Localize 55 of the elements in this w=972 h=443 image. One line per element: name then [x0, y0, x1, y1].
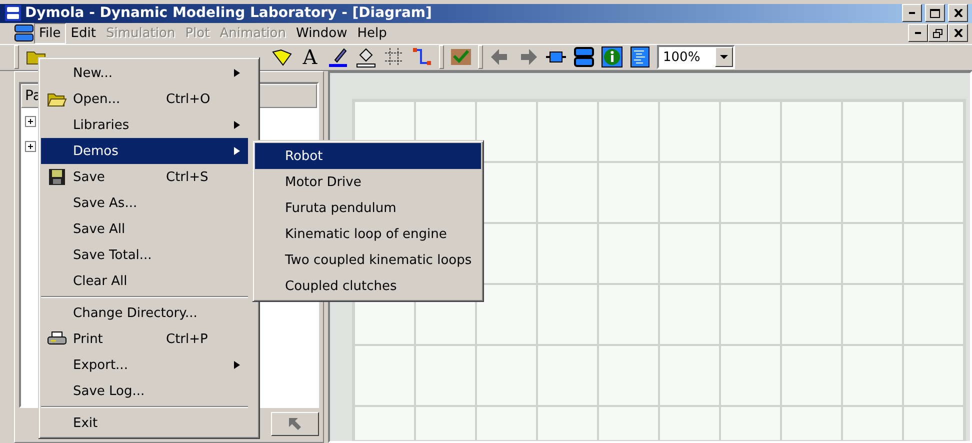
- arrow-button[interactable]: [271, 412, 319, 436]
- menu-item[interactable]: Save Ctrl+S: [41, 164, 248, 190]
- menu-item[interactable]: Libraries: [41, 112, 248, 138]
- maximize-button[interactable]: [925, 4, 945, 22]
- menu-item[interactable]: Save All: [41, 216, 248, 242]
- shortcut-text: Ctrl+P: [166, 332, 209, 346]
- minimize-icon: [909, 12, 915, 14]
- menu-item[interactable]: Robot: [255, 143, 481, 169]
- menu-item[interactable]: Save Total...: [41, 242, 248, 268]
- menu-item[interactable]: Motor Drive: [255, 169, 481, 195]
- shortcut-text: Ctrl+O: [166, 92, 212, 106]
- menu-item[interactable]: Clear All: [41, 268, 248, 294]
- minimize-button[interactable]: [908, 24, 928, 42]
- menu-item[interactable]: Help: [352, 22, 392, 44]
- menu-item[interactable]: Print Ctrl+P: [41, 326, 248, 352]
- app-logo-icon[interactable]: [573, 46, 595, 68]
- menu-item[interactable]: Export...: [41, 352, 248, 378]
- menu-item[interactable]: Change Directory...: [41, 300, 248, 326]
- printer-icon: [47, 331, 67, 347]
- plus-icon[interactable]: [25, 116, 36, 127]
- menu-item[interactable]: Save As...: [41, 190, 248, 216]
- maximize-icon: [930, 8, 940, 18]
- plus-icon[interactable]: [25, 141, 36, 152]
- menu-item[interactable]: File: [34, 22, 66, 44]
- minimize-icon: [915, 32, 921, 34]
- restore-button[interactable]: [928, 24, 948, 42]
- paint-bucket-icon[interactable]: [355, 46, 377, 68]
- menu-item[interactable]: Window: [291, 22, 352, 44]
- info-icon[interactable]: [601, 46, 623, 68]
- menu-item[interactable]: Edit: [66, 22, 101, 44]
- arrow-icon: [289, 418, 301, 430]
- window-title: Dymola - Dynamic Modeling Laboratory - [Diagram]: [25, 5, 433, 22]
- shortcut-text: Ctrl+S: [166, 170, 210, 184]
- close-button[interactable]: [948, 24, 968, 42]
- zoom-dropdown[interactable]: 100%: [657, 45, 735, 70]
- close-icon: [954, 29, 962, 38]
- folder-icon: [47, 91, 67, 107]
- menu-item[interactable]: Kinematic loop of engine: [255, 221, 481, 247]
- close-button[interactable]: [948, 4, 968, 22]
- menu-item[interactable]: Furuta pendulum: [255, 195, 481, 221]
- app-logo-icon: [14, 24, 34, 42]
- document-icon[interactable]: [629, 46, 651, 68]
- caret-icon: [720, 55, 728, 60]
- minimize-button[interactable]: [902, 4, 922, 22]
- menu-item[interactable]: Save Log...: [41, 378, 248, 404]
- restore-icon: [933, 28, 943, 38]
- pen-icon[interactable]: [327, 46, 349, 68]
- close-icon: [954, 9, 962, 18]
- menu-item[interactable]: Two coupled kinematic loops: [255, 247, 481, 273]
- menu-item[interactable]: Demos: [41, 138, 248, 164]
- menu-item[interactable]: Coupled clutches: [255, 273, 481, 299]
- app-logo-icon: [4, 4, 22, 22]
- menu-item[interactable]: Exit: [41, 410, 248, 436]
- text-tool[interactable]: A: [299, 45, 321, 70]
- menu-item[interactable]: New...: [41, 60, 248, 86]
